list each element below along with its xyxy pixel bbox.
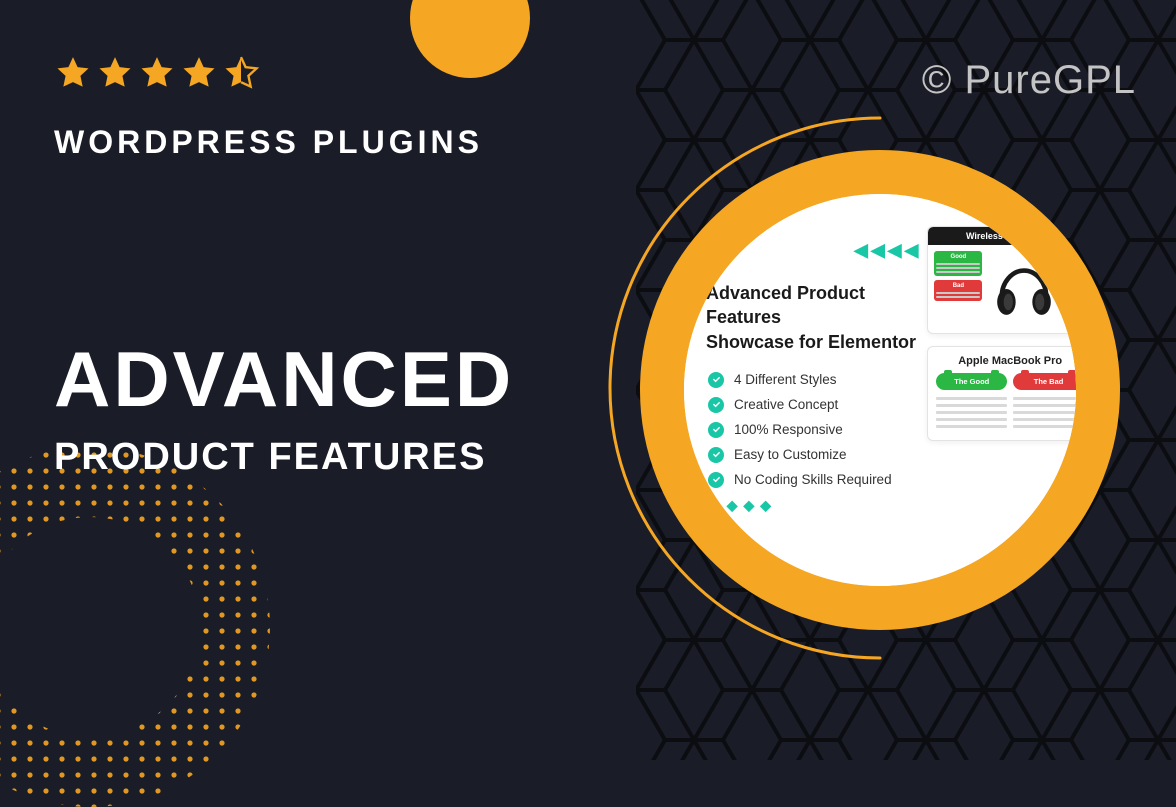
- list-item: Easy to Customize: [708, 447, 921, 463]
- check-icon: [708, 372, 724, 388]
- card-title: Apple MacBook Pro: [928, 347, 1092, 373]
- feature-bullet-list: 4 Different Styles Creative Concept 100%…: [708, 372, 921, 488]
- bad-column-header: The Bad: [1013, 373, 1084, 390]
- macbook-card: Apple MacBook Pro The Good The Bad: [927, 346, 1093, 441]
- card-title: Wireless Headphone: [928, 227, 1092, 245]
- showcase-content: ◀◀◀◀ Advanced Product Features Showcase …: [684, 194, 1076, 586]
- star-icon: [54, 54, 92, 92]
- check-icon: [708, 447, 724, 463]
- decorative-arrows-icon: ◀◀◀◀: [854, 240, 921, 261]
- check-icon: [708, 397, 724, 413]
- list-item: Creative Concept: [708, 397, 921, 413]
- placeholder-lines: [936, 397, 1007, 428]
- placeholder-lines: [1013, 397, 1084, 428]
- headphones-icon: [986, 251, 1062, 327]
- star-icon: [96, 54, 134, 92]
- check-icon: [708, 422, 724, 438]
- watermark: © PureGPL: [922, 58, 1136, 103]
- list-item: 100% Responsive: [708, 422, 921, 438]
- check-icon: [708, 472, 724, 488]
- star-half-icon: [222, 54, 260, 92]
- decorative-dots-pattern: [0, 447, 270, 807]
- title-sub: PRODUCT FEATURES: [54, 436, 486, 479]
- decorative-top-circle: [410, 0, 530, 78]
- showcase-heading: Advanced Product Features Showcase for E…: [706, 281, 921, 354]
- rating-stars: [54, 54, 260, 92]
- bad-tag: Bad: [934, 280, 982, 301]
- good-tag: Good: [934, 251, 982, 276]
- good-column-header: The Good: [936, 373, 1007, 390]
- title-main: ADVANCED: [54, 340, 514, 418]
- category-label: WORDPRESS PLUGINS: [54, 124, 483, 161]
- showcase-circle: ◀◀◀◀ Advanced Product Features Showcase …: [640, 150, 1120, 630]
- list-item: No Coding Skills Required: [708, 472, 921, 488]
- decorative-teal-dots-icon: ◆◆◆◆: [710, 497, 921, 514]
- list-item: 4 Different Styles: [708, 372, 921, 388]
- star-icon: [138, 54, 176, 92]
- star-icon: [180, 54, 218, 92]
- headphones-card: Wireless Headphone Good Bad: [927, 226, 1093, 334]
